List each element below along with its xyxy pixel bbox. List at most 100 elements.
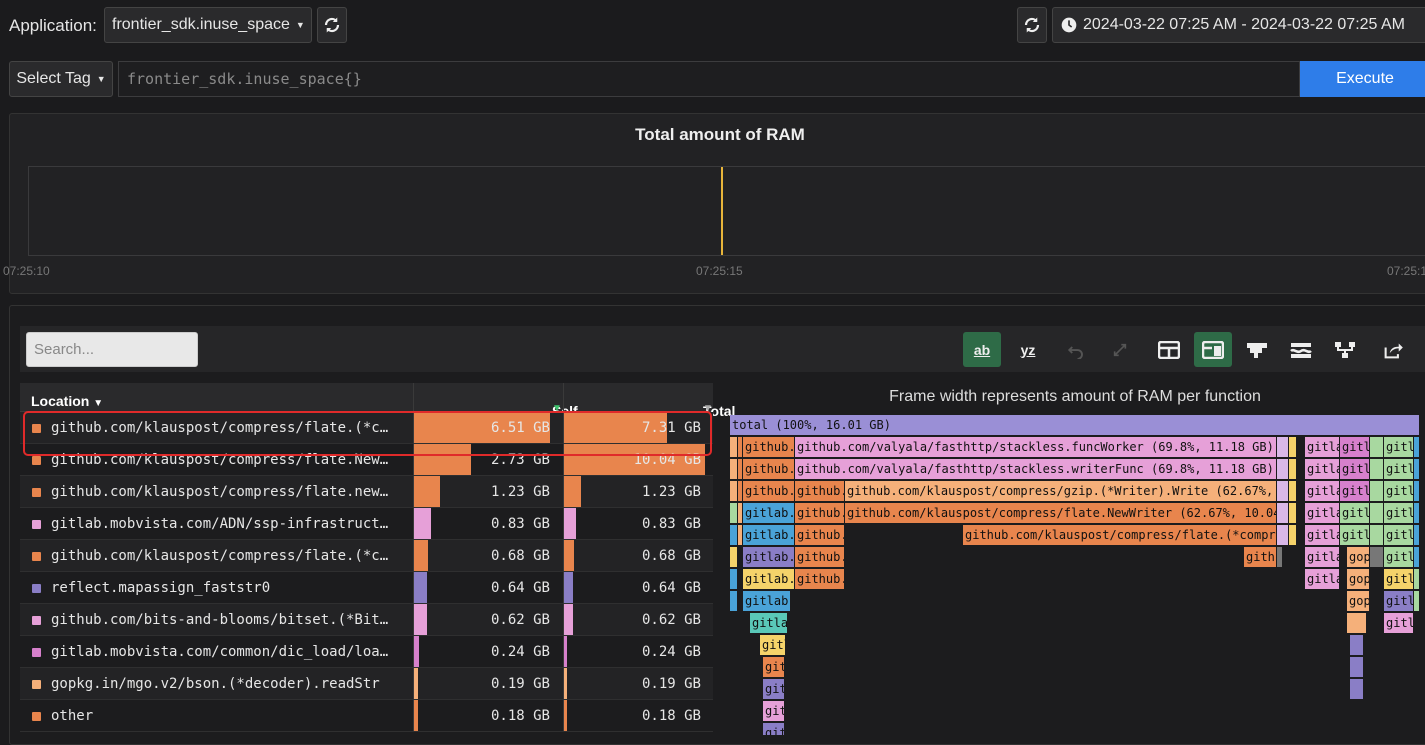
graph-view-button[interactable] xyxy=(1326,332,1364,367)
refresh-time-button[interactable] xyxy=(1017,7,1047,43)
flame-frame[interactable]: gitlab xyxy=(1384,459,1414,479)
flame-frame[interactable] xyxy=(730,591,738,611)
undo-button[interactable] xyxy=(1057,332,1095,367)
query-input[interactable]: frontier_sdk.inuse_space{} xyxy=(118,61,1300,97)
flame-frame[interactable]: github.com/klauspost xyxy=(795,503,845,523)
flame-frame[interactable]: gitlab xyxy=(1384,613,1414,633)
flame-frame[interactable]: gitlab.mobvista xyxy=(743,569,795,589)
flame-frame[interactable] xyxy=(1347,613,1367,633)
flame-frame[interactable]: gopkg.in xyxy=(1347,591,1370,611)
flame-frame[interactable]: gitlab xyxy=(1384,481,1414,501)
flame-frame[interactable]: gitlab xyxy=(1340,437,1370,457)
flame-frame[interactable] xyxy=(1414,459,1420,479)
flame-frame[interactable] xyxy=(1277,481,1289,501)
flame-frame[interactable]: gitlab xyxy=(1384,547,1414,567)
flame-frame[interactable] xyxy=(1414,437,1420,457)
flame-frame[interactable] xyxy=(1414,591,1420,611)
flame-frame[interactable]: gitlab.mobvista xyxy=(1305,525,1340,545)
execute-button[interactable]: Execute xyxy=(1300,61,1425,97)
sort-by-name-button[interactable]: ab xyxy=(963,332,1001,367)
flame-frame[interactable]: gitlab.mobvista xyxy=(743,525,795,545)
flame-frame[interactable] xyxy=(1414,525,1420,545)
timeline-plot[interactable] xyxy=(28,166,1425,256)
flame-frame[interactable] xyxy=(730,459,738,479)
flame-frame[interactable]: github.com/klauspost xyxy=(795,547,845,567)
search-input[interactable]: Search... xyxy=(26,332,198,367)
location-column-header[interactable]: Location ▼ xyxy=(31,393,103,409)
flame-frame[interactable] xyxy=(1414,547,1420,567)
sandwich-view-button[interactable] xyxy=(1282,332,1320,367)
flame-frame[interactable]: github.com/klauspost xyxy=(795,569,845,589)
refresh-app-button[interactable] xyxy=(317,7,347,43)
flame-frame[interactable]: gitlab.mobvista xyxy=(743,503,795,523)
flame-frame[interactable] xyxy=(730,547,738,567)
flame-frame[interactable]: gitlab xyxy=(1340,459,1370,479)
flame-frame[interactable] xyxy=(730,569,738,589)
flamegraph-view-button[interactable] xyxy=(1238,332,1276,367)
flame-frame[interactable] xyxy=(1370,437,1384,457)
flame-frame[interactable] xyxy=(1370,503,1384,523)
flame-frame[interactable] xyxy=(1370,547,1384,567)
flame-frame[interactable] xyxy=(1289,459,1297,479)
sort-yz-button[interactable]: yz xyxy=(1009,332,1047,367)
flame-frame[interactable]: gitlab xyxy=(1384,591,1414,611)
flame-frame[interactable]: gitlab xyxy=(763,723,785,735)
flame-frame[interactable]: gitlab.mobvista xyxy=(1305,503,1340,523)
flame-frame[interactable] xyxy=(1350,657,1364,677)
flame-frame[interactable]: total (100%, 16.01 GB) xyxy=(730,415,1420,435)
self-column-header[interactable]: Self ▼ xyxy=(413,383,578,419)
flame-frame[interactable]: gitlab xyxy=(1340,525,1370,545)
flame-frame[interactable] xyxy=(1277,437,1289,457)
flame-frame[interactable]: gitlab.mobvista xyxy=(1305,547,1340,567)
flame-frame[interactable]: github.com/klauspost xyxy=(1244,547,1277,567)
flame-frame[interactable]: gitlab xyxy=(763,657,785,677)
total-column-header[interactable]: Total ▼ xyxy=(563,383,735,419)
flame-frame[interactable]: gitlab xyxy=(1340,481,1370,501)
collapse-button[interactable] xyxy=(1101,332,1139,367)
flame-frame[interactable] xyxy=(1414,569,1420,589)
flame-frame[interactable]: github.com/klauspost xyxy=(743,459,795,479)
flame-frame[interactable]: gitlab xyxy=(1340,503,1370,523)
select-tag-dropdown[interactable]: Select Tag ▼ xyxy=(9,61,113,97)
flame-frame[interactable]: gitlab xyxy=(1384,525,1414,545)
flame-frame[interactable] xyxy=(1370,481,1384,501)
flame-frame[interactable] xyxy=(1277,525,1289,545)
flame-frame[interactable] xyxy=(1289,481,1297,501)
table-row[interactable]: github.com/bits-and-blooms/bitset.(*Bit…… xyxy=(20,604,713,636)
flame-frame[interactable]: github.com/klauspost/compress/gzip.(*Wri… xyxy=(845,481,1277,501)
flame-frame[interactable]: gitlab xyxy=(1384,503,1414,523)
flame-frame[interactable]: github.com/klauspost/compress/flate.NewW… xyxy=(845,503,1277,523)
table-row[interactable]: gopkg.in/mgo.v2/bson.(*decoder).readStr 0… xyxy=(20,668,713,700)
flame-frame[interactable]: gopkg.in xyxy=(1347,547,1370,567)
flame-frame[interactable]: gitlab.mobvista xyxy=(743,547,795,567)
flame-frame[interactable] xyxy=(1350,635,1364,655)
flame-frame[interactable]: gitlab xyxy=(763,679,785,699)
flame-frame[interactable]: gitlab xyxy=(1384,437,1414,457)
application-select[interactable]: frontier_sdk.inuse_space ▼ xyxy=(104,7,312,43)
flame-frame[interactable] xyxy=(1370,525,1384,545)
flame-frame[interactable] xyxy=(1277,503,1289,523)
flame-frame[interactable]: github.com/klauspost xyxy=(795,525,845,545)
flame-frame[interactable] xyxy=(1277,547,1283,567)
flame-frame[interactable] xyxy=(730,503,738,523)
flame-frame[interactable] xyxy=(730,481,738,501)
table-row[interactable]: other 0.18 GB 0.18 GB xyxy=(20,700,713,732)
flame-frame[interactable] xyxy=(1289,437,1297,457)
table-row[interactable]: github.com/klauspost/compress/flate.new…… xyxy=(20,476,713,508)
table-view-button[interactable] xyxy=(1150,332,1188,367)
flame-frame[interactable] xyxy=(1277,459,1289,479)
table-row[interactable]: reflect.mapassign_faststr0 0.64 GB 0.64 GB xyxy=(20,572,713,604)
flame-frame[interactable]: gitlab.mobvista xyxy=(743,591,791,611)
flame-frame[interactable]: gitlab.mobvista xyxy=(1305,437,1340,457)
flame-frame[interactable]: gitlab.mobvista xyxy=(1305,481,1340,501)
flame-frame[interactable] xyxy=(730,525,738,545)
date-range-button[interactable]: 2024-03-22 07:25 AM - 2024-03-22 07:25 A… xyxy=(1052,7,1425,43)
flame-frame[interactable] xyxy=(730,437,738,457)
flame-frame[interactable]: gopkg.in xyxy=(1347,569,1370,589)
flamegraph[interactable]: total (100%, 16.01 GB) github.com/klauspo… xyxy=(730,415,1420,735)
table-row[interactable]: gitlab.mobvista.com/common/dic_load/loa…… xyxy=(20,636,713,668)
flame-frame[interactable]: gitlab.mobvista xyxy=(750,613,788,633)
flame-frame[interactable] xyxy=(1370,459,1384,479)
flame-frame[interactable] xyxy=(1414,503,1420,523)
flame-frame[interactable]: github.com/klauspost xyxy=(795,481,845,501)
